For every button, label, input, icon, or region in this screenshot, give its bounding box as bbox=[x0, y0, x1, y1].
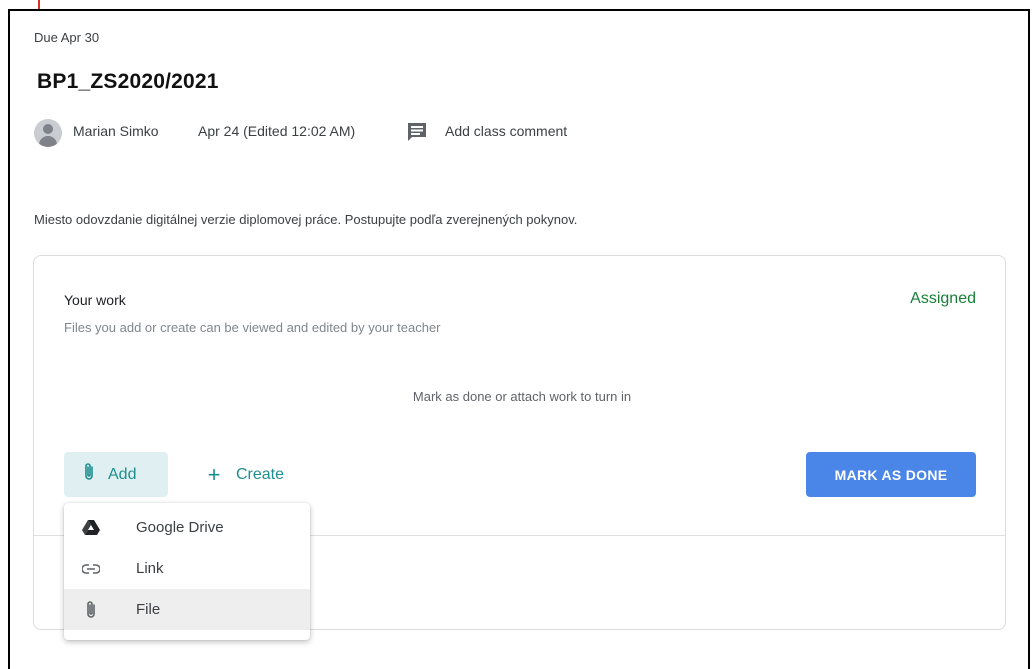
add-dropdown-menu: Google Drive Link File bbox=[64, 503, 310, 640]
red-marker bbox=[38, 0, 40, 9]
assignment-title: BP1_ZS2020/2021 bbox=[37, 70, 219, 93]
add-class-comment-link[interactable]: Add class comment bbox=[445, 123, 567, 139]
avatar bbox=[34, 119, 62, 147]
add-button-label: Add bbox=[108, 465, 137, 483]
mark-as-done-button[interactable]: MARK AS DONE bbox=[806, 452, 976, 497]
create-button-label: Create bbox=[236, 465, 285, 483]
menu-item-label: File bbox=[136, 601, 161, 618]
menu-item-label: Google Drive bbox=[136, 519, 224, 536]
comment-icon[interactable] bbox=[406, 121, 428, 143]
menu-item-file[interactable]: File bbox=[64, 589, 310, 630]
empty-work-message: Mark as done or attach work to turn in bbox=[412, 389, 632, 404]
paperclip-icon bbox=[82, 462, 96, 487]
menu-item-google-drive[interactable]: Google Drive bbox=[64, 507, 310, 548]
link-icon bbox=[80, 558, 102, 580]
add-button[interactable]: Add bbox=[64, 452, 168, 497]
paperclip-icon bbox=[80, 599, 102, 621]
assignment-description: Miesto odovzdanie digitálnej verzie dipl… bbox=[34, 212, 578, 227]
plus-icon: + bbox=[207, 461, 221, 487]
due-date: Due Apr 30 bbox=[34, 30, 100, 45]
files-note: Files you add or create can be viewed an… bbox=[64, 320, 441, 335]
your-work-heading: Your work bbox=[64, 292, 126, 308]
posted-date: Apr 24 (Edited 12:02 AM) bbox=[198, 123, 356, 139]
menu-item-label: Link bbox=[136, 560, 164, 577]
google-drive-icon bbox=[80, 517, 102, 539]
status-badge: Assigned bbox=[910, 290, 976, 307]
create-button[interactable]: + Create bbox=[204, 452, 284, 497]
menu-item-link[interactable]: Link bbox=[64, 548, 310, 589]
author-name: Marian Simko bbox=[73, 123, 159, 139]
